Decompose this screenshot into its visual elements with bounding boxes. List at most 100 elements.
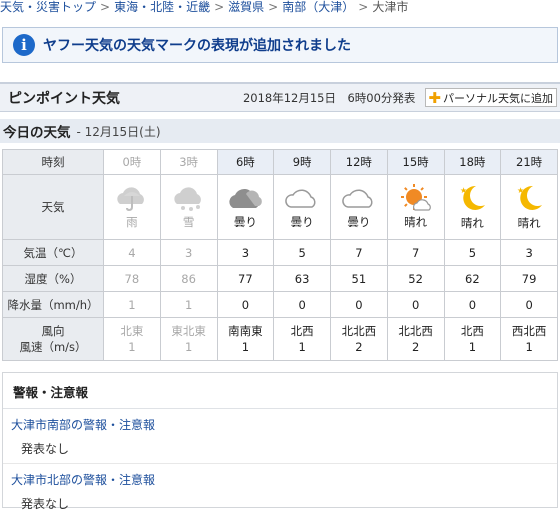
moon-icon: ★ [445, 183, 501, 213]
humidity-value: 63 [294, 271, 310, 286]
temp-cell: 7 [386, 239, 445, 266]
breadcrumb-item-nanbu[interactable]: 南部（大津） [282, 0, 354, 14]
weather-cell: 晴れ [386, 174, 445, 240]
weather-cell: 曇り [330, 174, 388, 240]
rain-cell: 1 [103, 291, 161, 318]
weather-text: 雨 [126, 215, 138, 229]
temp-value: 3 [241, 245, 250, 260]
rain-cell: 0 [500, 291, 558, 318]
humidity-value: 62 [465, 271, 480, 286]
svg-text:★: ★ [517, 186, 524, 195]
breadcrumb: 天気・災害トップ > 東海・北陸・近畿 > 滋賀県 > 南部（大津） > 大津市 [0, 0, 560, 20]
alerts-section: 警報・注意報 大津市南部の警報・注意報 発表なし 大津市北部の警報・注意報 発表… [2, 372, 558, 511]
rain-label: 降水量（mm/h） [2, 291, 104, 318]
wind-speed-value: 1 [241, 340, 250, 354]
breadcrumb-item-tokai[interactable]: 東海・北陸・近畿 [114, 0, 210, 14]
temp-value: 3 [184, 245, 193, 260]
hum-row: 湿度（%） 78 86 77 63 51 52 62 79 [2, 265, 558, 292]
add-personal-weather-button[interactable]: ✚ パーソナル天気に追加 [425, 88, 557, 107]
notice-link[interactable]: ヤフー天気の天気マークの表現が追加されました [43, 35, 351, 55]
hour-cell: 3時 [159, 149, 218, 175]
temp-cell: 3 [159, 239, 218, 266]
pinpoint-header: ピンポイント天気 2018年12月15日 6時00分発表 ✚ パーソナル天気に追… [0, 82, 560, 112]
temp-value: 7 [411, 245, 420, 260]
rain-value: 0 [241, 297, 250, 312]
info-icon: i [13, 34, 35, 56]
alert-region-south-link[interactable]: 大津市南部の警報・注意報 [11, 418, 155, 432]
humidity-value: 77 [238, 271, 253, 286]
wind-speed-value: 1 [184, 340, 193, 354]
humidity-label: 湿度（%） [2, 265, 104, 292]
sun-cloud-icon [388, 184, 444, 212]
hour-value: 21時 [516, 155, 543, 169]
hour-value: 15時 [402, 155, 429, 169]
breadcrumb-item-shiga[interactable]: 滋賀県 [228, 0, 264, 14]
breadcrumb-item-weather-top[interactable]: 天気・災害トップ [0, 0, 96, 14]
wind-cell: 西北西 1 [500, 317, 558, 361]
hour-cell: 0時 [103, 149, 161, 175]
temp-cell: 5 [443, 239, 502, 266]
hour-value: 3時 [179, 155, 199, 169]
temp-row: 気温（℃） 4 3 3 5 7 7 5 3 [2, 239, 558, 266]
weather-text: 曇り [290, 215, 314, 229]
rain-cloud-icon [104, 184, 160, 212]
hour-value: 9時 [292, 155, 312, 169]
temp-value: 3 [525, 245, 533, 260]
hour-cell: 6時 [216, 149, 275, 175]
temp-value: 5 [298, 245, 306, 260]
cloud-icon [274, 184, 330, 212]
alert-region-south: 大津市南部の警報・注意報 [11, 416, 557, 432]
breadcrumb-separator: > [100, 0, 111, 14]
weather-text: 雪 [182, 215, 195, 229]
divider [3, 408, 557, 409]
humidity-value: 86 [181, 271, 196, 286]
today-date: - 12月15日(土) [76, 124, 161, 139]
breadcrumb-separator: > [358, 0, 369, 14]
weather-cell: 曇り [273, 174, 331, 240]
rain-value: 1 [128, 297, 136, 312]
wind-dir-value: 東北東 [171, 324, 206, 338]
humidity-cell: 51 [330, 265, 388, 292]
hour-cell: 21時 [500, 149, 558, 175]
weather-cell: 曇り [216, 174, 275, 240]
cloud-icon [331, 184, 387, 212]
weather-text: 曇り [233, 215, 257, 229]
hour-cell: 18時 [443, 149, 502, 175]
rain-value: 0 [411, 297, 420, 312]
rain-value: 1 [184, 297, 193, 312]
wind-cell: 北北西 2 [386, 317, 445, 361]
hour-value: 12時 [345, 155, 372, 169]
temp-value: 4 [128, 245, 136, 260]
hour-value: 18時 [459, 155, 486, 169]
wind-cell: 北北西 2 [330, 317, 388, 361]
notice-banner: i ヤフー天気の天気マークの表現が追加されました [2, 27, 558, 63]
humidity-value: 78 [124, 271, 140, 286]
temp-cell: 3 [216, 239, 275, 266]
wind-dir-value: 北西 [290, 324, 314, 338]
today-header: 今日の天気 - 12月15日(土) [0, 119, 560, 143]
alerts-title: 警報・注意報 [13, 385, 89, 400]
alert-region-north-link[interactable]: 大津市北部の警報・注意報 [11, 473, 155, 487]
wind-speed-value: 1 [468, 340, 477, 354]
humidity-cell: 79 [500, 265, 558, 292]
weather-label: 天気 [2, 174, 104, 240]
humidity-cell: 77 [216, 265, 275, 292]
rain-cell: 0 [386, 291, 445, 318]
wind-speed-value: 1 [525, 340, 533, 354]
breadcrumb-separator: > [214, 0, 225, 14]
wind-speed-value: 1 [298, 340, 306, 354]
hour-value: 0時 [122, 155, 142, 169]
plus-icon: ✚ [428, 88, 441, 107]
wind-speed-value: 1 [128, 340, 136, 354]
rain-cell: 1 [159, 291, 218, 318]
temp-value: 7 [355, 245, 363, 260]
humidity-cell: 63 [273, 265, 331, 292]
rain-cell: 0 [216, 291, 275, 318]
rain-row: 降水量（mm/h） 1 1 0 0 0 0 0 0 [2, 291, 558, 318]
wind-dir-label: 風向 [41, 324, 65, 338]
humidity-cell: 52 [386, 265, 445, 292]
wind-cell: 北西 1 [273, 317, 331, 361]
alert-region-north: 大津市北部の警報・注意報 [11, 471, 557, 487]
weather-cell: 雨 [103, 174, 161, 240]
temp-cell: 7 [330, 239, 388, 266]
